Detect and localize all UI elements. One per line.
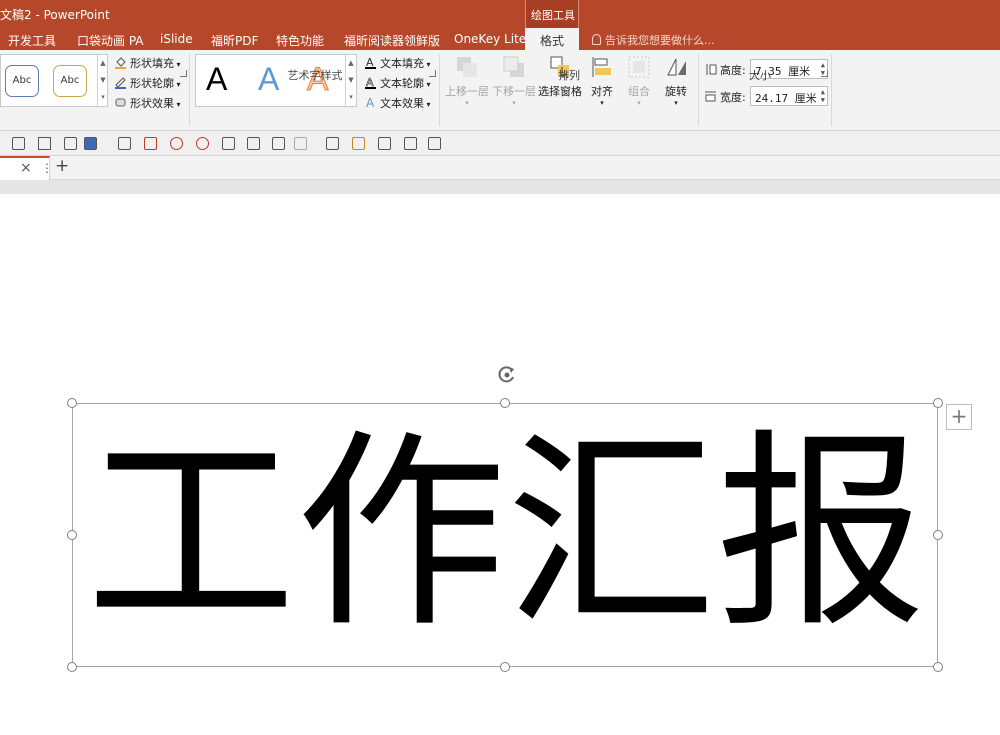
slide-title-text[interactable]: 工作汇报 — [73, 414, 939, 654]
width-icon — [705, 91, 716, 102]
tab-special-features[interactable]: 特色功能 — [276, 32, 324, 49]
document-tab-strip: × ⋮ + — [0, 156, 1000, 180]
tab-developer[interactable]: 开发工具 — [8, 32, 56, 49]
paint-bucket-icon — [115, 57, 126, 69]
context-group-label: 绘图工具 — [531, 9, 575, 22]
selected-text-box[interactable]: 工作汇报 — [72, 403, 938, 667]
close-icon[interactable]: × — [20, 160, 32, 176]
crop-icon[interactable] — [428, 137, 441, 150]
ribbon-tab-bar: 开发工具 口袋动画 PA iSlide 福昕PDF 特色功能 福昕阅读器领鲜版 … — [0, 28, 1000, 50]
shape-effects-icon — [115, 98, 126, 107]
group-separator — [439, 54, 440, 126]
shape-effects-button[interactable]: 形状效果 ▾ — [114, 95, 181, 111]
shape-styles-launcher-icon[interactable] — [180, 70, 187, 77]
arrange-group-label: 排列 — [558, 69, 580, 82]
svg-text:A: A — [366, 96, 375, 109]
tab-islide[interactable]: iSlide — [160, 32, 193, 46]
align-middle-icon[interactable] — [64, 137, 77, 150]
gallery-up-icon[interactable]: ▲ — [97, 55, 108, 72]
lightbulb-icon — [592, 34, 601, 45]
resize-handle-right[interactable] — [933, 530, 943, 540]
app-title: 文稿2 - PowerPoint — [0, 8, 110, 22]
shape-outline-button[interactable]: 形状轮廓 ▾ — [114, 75, 181, 91]
shape-styles-gallery[interactable]: Abc Abc ▲ ▼ ▾ — [0, 54, 108, 107]
title-bar: 文稿2 - PowerPoint 绘图工具 — [0, 0, 1000, 28]
rotate-shape-icon[interactable] — [196, 137, 209, 150]
bar-chart-icon[interactable] — [247, 137, 260, 150]
wordart-more-icon[interactable]: ▾ — [345, 89, 356, 106]
layout-options-icon[interactable]: + — [946, 404, 972, 430]
rotate-handle-icon[interactable] — [496, 364, 518, 386]
width-field[interactable]: 24.17 厘米 ▲ ▼ — [750, 86, 828, 106]
tab-onekey-lite[interactable]: OneKey Lite — [454, 32, 526, 46]
resize-handle-bottom-right[interactable] — [933, 662, 943, 672]
size-launcher-icon[interactable] — [821, 70, 828, 77]
pencil-icon — [115, 77, 126, 89]
gallery-down-icon[interactable]: ▼ — [97, 72, 108, 89]
columns-icon[interactable] — [378, 137, 391, 150]
tab-format[interactable]: 格式 — [525, 28, 579, 51]
align-center-icon[interactable] — [38, 137, 51, 150]
resize-handle-bottom-left[interactable] — [67, 662, 77, 672]
resize-handle-left[interactable] — [67, 530, 77, 540]
color-picker-icon[interactable] — [84, 137, 97, 150]
width-spinner-icon[interactable]: ▲ ▼ — [821, 88, 825, 104]
resize-handle-top-left[interactable] — [67, 398, 77, 408]
document-tab[interactable]: × ⋮ — [0, 156, 53, 180]
select-all-icon[interactable] — [12, 137, 25, 150]
align-top-icon[interactable] — [326, 137, 339, 150]
paste-icon[interactable] — [294, 137, 307, 150]
resize-handle-top-right[interactable] — [933, 398, 943, 408]
tell-me-search[interactable]: 告诉我您想要做什么... — [592, 32, 715, 48]
group-separator — [189, 54, 190, 126]
target-icon[interactable] — [170, 137, 183, 150]
tab-foxit-pdf[interactable]: 福昕PDF — [211, 32, 258, 49]
textbox-icon[interactable] — [272, 137, 285, 150]
tab-foxit-reader[interactable]: 福昕阅读器领鲜版 — [344, 32, 440, 49]
quick-toolbar — [0, 131, 1000, 156]
size-group-label: 大小 — [749, 69, 771, 82]
tab-pocket-animation[interactable]: 口袋动画 PA — [77, 32, 144, 49]
wordart-launcher-icon[interactable] — [429, 70, 436, 77]
gallery-more-icon[interactable]: ▾ — [97, 89, 108, 106]
width-label: 宽度: — [704, 89, 746, 105]
ruler-band — [0, 180, 1000, 194]
text-effects-icon: A — [366, 96, 375, 109]
more-options-icon[interactable]: ⋮ — [41, 161, 53, 175]
drawing-tools-context: 绘图工具 — [525, 0, 579, 28]
wordart-group-label: 艺术字样式 — [287, 69, 343, 82]
text-effects-button[interactable]: A 文本效果 ▾ — [364, 95, 431, 111]
align-right-icon[interactable] — [222, 137, 235, 150]
resize-handle-bottom[interactable] — [500, 662, 510, 672]
group-separator — [831, 54, 832, 126]
shape-fill-button[interactable]: 形状填充 ▾ — [114, 55, 181, 71]
brush-icon[interactable] — [352, 137, 365, 150]
print-icon[interactable] — [404, 137, 417, 150]
add-tab-icon[interactable]: + — [55, 156, 69, 176]
group-separator — [698, 54, 699, 126]
resize-handle-top[interactable] — [500, 398, 510, 408]
shape-style-blue[interactable]: Abc — [5, 65, 39, 97]
grid-icon[interactable] — [144, 137, 157, 150]
shape-style-gold[interactable]: Abc — [53, 65, 87, 97]
distribute-icon[interactable] — [118, 137, 131, 150]
tell-me-text: 告诉我您想要做什么... — [605, 34, 715, 47]
